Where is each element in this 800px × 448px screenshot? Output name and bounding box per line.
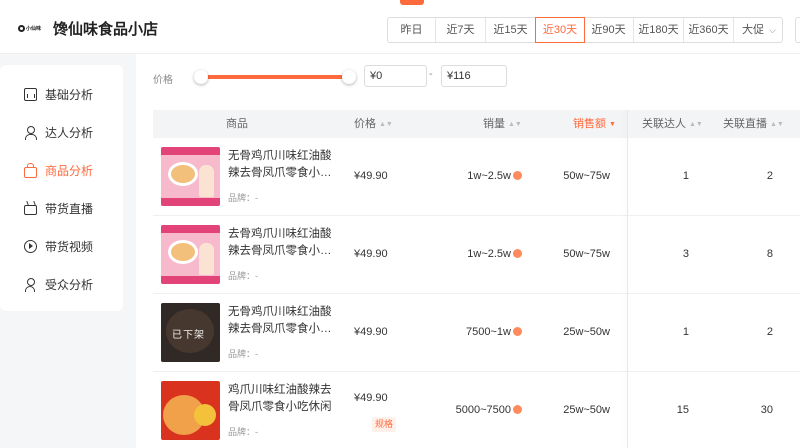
sort-icon: ▲▼ bbox=[770, 121, 784, 128]
chart-icon bbox=[24, 87, 37, 101]
sort-desc-icon: ▼ bbox=[609, 121, 616, 128]
price-slider-max-handle[interactable] bbox=[342, 70, 356, 84]
table-row[interactable]: 无骨鸡爪川味红油酸辣去骨凤爪零食小吃休闲 品牌：- ¥49.90 1w~2.5w… bbox=[153, 138, 800, 216]
related-lives[interactable]: 2 bbox=[733, 170, 773, 182]
column-header-revenue[interactable]: 销售额 ▼ bbox=[573, 110, 616, 138]
top-accent-bar bbox=[400, 0, 424, 5]
promo-dropdown-label: 大促 bbox=[742, 24, 764, 36]
related-influencers[interactable]: 1 bbox=[653, 326, 689, 338]
tab-30-days[interactable]: 近30天 bbox=[535, 17, 585, 43]
product-brand: 品牌：- bbox=[228, 427, 258, 437]
product-price: ¥49.90 bbox=[354, 170, 388, 182]
tab-360-days[interactable]: 近360天 bbox=[684, 18, 734, 42]
table-row[interactable]: 去骨鸡爪川味红油酸辣去骨凤爪零食小吃休闲 品牌：- ¥49.90 1w~2.5w… bbox=[153, 216, 800, 294]
sidebar-item-label: 达人分析 bbox=[45, 125, 94, 140]
table-header: 商品 价格 ▲▼ 销量 ▲▼ 销售额 ▼ 关联达人 ▲▼ 关联直播 ▲▼ bbox=[153, 110, 800, 138]
sidebar-item-audience-analysis[interactable]: 受众分析 bbox=[24, 275, 93, 293]
product-thumbnail[interactable] bbox=[161, 381, 220, 440]
price-slider-min-handle[interactable] bbox=[194, 70, 208, 84]
product-name[interactable]: 鸡爪川味红油酸辣去骨凤爪零食小吃休闲 bbox=[228, 382, 340, 416]
sidebar-item-label: 基础分析 bbox=[45, 87, 94, 102]
price-range-slider[interactable] bbox=[201, 75, 349, 79]
product-price: ¥49.90 bbox=[354, 248, 388, 260]
bag-icon bbox=[24, 162, 37, 178]
table-row[interactable]: 鸡爪川味红油酸辣去骨凤爪零食小吃休闲 品牌：- ¥49.90 规格 5000~7… bbox=[153, 372, 800, 448]
product-revenue: 25w~50w bbox=[563, 326, 610, 338]
sidebar: 基础分析 达人分析 商品分析 带货直播 带货视频 受众分析 bbox=[0, 65, 123, 311]
related-lives[interactable]: 8 bbox=[733, 248, 773, 260]
sidebar-item-label: 受众分析 bbox=[45, 277, 94, 292]
tab-15-days[interactable]: 近15天 bbox=[486, 18, 536, 42]
product-revenue: 50w~75w bbox=[563, 170, 610, 182]
info-icon[interactable] bbox=[513, 327, 522, 336]
audience-icon bbox=[24, 277, 37, 292]
sidebar-item-influencer-analysis[interactable]: 达人分析 bbox=[24, 123, 93, 141]
table-row[interactable]: 已下架 无骨鸡爪川味红油酸辣去骨凤爪零食小吃休闲 品牌：- ¥49.90 750… bbox=[153, 294, 800, 372]
column-header-influencers[interactable]: 关联达人 ▲▼ bbox=[642, 110, 703, 138]
spec-tag[interactable]: 规格 bbox=[372, 417, 397, 432]
column-header-product: 商品 bbox=[226, 118, 248, 130]
sidebar-item-label: 商品分析 bbox=[45, 163, 94, 178]
column-divider bbox=[627, 110, 628, 448]
product-price: ¥49.90 bbox=[354, 392, 388, 404]
product-brand: 品牌：- bbox=[228, 193, 258, 203]
related-influencers[interactable]: 3 bbox=[653, 248, 689, 260]
delisted-tag: 已下架 bbox=[172, 330, 205, 341]
sort-icon: ▲▼ bbox=[689, 121, 703, 128]
product-revenue: 25w~50w bbox=[563, 404, 610, 416]
product-price: ¥49.90 bbox=[354, 326, 388, 338]
sidebar-item-live-sales[interactable]: 带货直播 bbox=[24, 199, 93, 217]
product-sales: 1w~2.5w bbox=[462, 170, 522, 182]
sort-icon: ▲▼ bbox=[508, 121, 522, 128]
tab-yesterday[interactable]: 昨日 bbox=[388, 18, 436, 42]
sort-icon: ▲▼ bbox=[379, 121, 393, 128]
store-logo: 小仙味 bbox=[18, 22, 42, 34]
price-range-dash: - bbox=[429, 68, 433, 80]
tab-7-days[interactable]: 近7天 bbox=[436, 18, 486, 42]
tab-180-days[interactable]: 近180天 bbox=[634, 18, 684, 42]
store-title: 馋仙味食品小店 bbox=[53, 21, 159, 38]
related-lives[interactable]: 30 bbox=[733, 404, 773, 416]
top-right-control[interactable] bbox=[795, 17, 800, 43]
date-range-tabs: 昨日 近7天 近15天 近30天 近90天 近180天 近360天 大促 ⌵ bbox=[387, 17, 783, 43]
chevron-down-icon: ⌵ bbox=[769, 25, 776, 35]
product-thumbnail[interactable] bbox=[161, 225, 220, 284]
product-thumbnail[interactable]: 已下架 bbox=[161, 303, 220, 362]
column-header-sales[interactable]: 销量 ▲▼ bbox=[483, 110, 522, 138]
price-min-input[interactable]: ¥0 bbox=[364, 65, 427, 87]
info-icon[interactable] bbox=[513, 405, 522, 414]
product-thumbnail[interactable] bbox=[161, 147, 220, 206]
live-icon bbox=[24, 205, 37, 215]
sidebar-item-label: 带货视频 bbox=[45, 239, 94, 254]
related-influencers[interactable]: 15 bbox=[653, 404, 689, 416]
column-header-lives[interactable]: 关联直播 ▲▼ bbox=[723, 110, 784, 138]
product-name[interactable]: 无骨鸡爪川味红油酸辣去骨凤爪零食小吃休闲 bbox=[228, 304, 340, 338]
user-icon bbox=[24, 125, 37, 140]
main-content: 价格 ¥0 - ¥116 商品 价格 ▲▼ 销量 ▲▼ 销售额 ▼ 关联达人 ▲▼ 关联… bbox=[136, 54, 800, 448]
product-sales: 7500~1w bbox=[462, 326, 522, 338]
related-influencers[interactable]: 1 bbox=[653, 170, 689, 182]
product-brand: 品牌：- bbox=[228, 349, 258, 359]
promo-dropdown[interactable]: 大促 ⌵ bbox=[734, 18, 782, 42]
info-icon[interactable] bbox=[513, 249, 522, 258]
sidebar-item-label: 带货直播 bbox=[45, 201, 94, 216]
related-lives[interactable]: 2 bbox=[733, 326, 773, 338]
product-revenue: 50w~75w bbox=[563, 248, 610, 260]
sidebar-item-video-sales[interactable]: 带货视频 bbox=[24, 237, 93, 255]
product-name[interactable]: 去骨鸡爪川味红油酸辣去骨凤爪零食小吃休闲 bbox=[228, 226, 340, 260]
product-sales: 1w~2.5w bbox=[462, 248, 522, 260]
top-bar: 小仙味 馋仙味食品小店 昨日 近7天 近15天 近30天 近90天 近180天 … bbox=[0, 0, 800, 54]
sidebar-item-basic-analysis[interactable]: 基础分析 bbox=[24, 85, 93, 103]
play-icon bbox=[24, 239, 37, 253]
product-sales: 5000~7500 bbox=[449, 404, 522, 416]
tab-90-days[interactable]: 近90天 bbox=[584, 18, 634, 42]
info-icon[interactable] bbox=[513, 171, 522, 180]
product-brand: 品牌：- bbox=[228, 271, 258, 281]
sidebar-item-product-analysis[interactable]: 商品分析 bbox=[24, 161, 93, 179]
product-name[interactable]: 无骨鸡爪川味红油酸辣去骨凤爪零食小吃休闲 bbox=[228, 148, 340, 182]
price-filter-label: 价格 bbox=[153, 75, 173, 86]
price-max-input[interactable]: ¥116 bbox=[441, 65, 507, 87]
column-header-price[interactable]: 价格 ▲▼ bbox=[354, 110, 393, 138]
